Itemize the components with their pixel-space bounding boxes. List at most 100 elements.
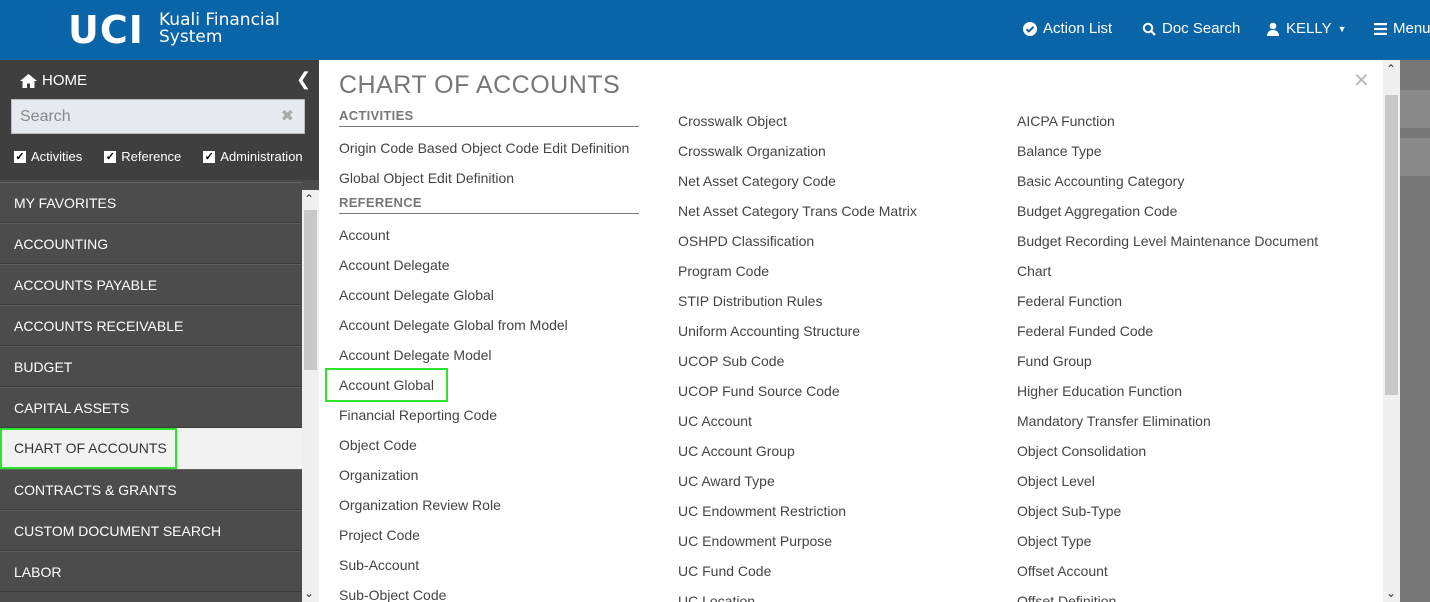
coa-link-global-object-edit-definition[interactable]: Global Object Edit Definition xyxy=(339,163,639,193)
coa-link-uc-account[interactable]: UC Account xyxy=(678,406,978,436)
search-placeholder: Search xyxy=(20,108,71,125)
coa-link-offset-account[interactable]: Offset Account xyxy=(1017,556,1357,586)
sidebar-item-my-favorites[interactable]: MY FAVORITES xyxy=(0,182,302,223)
coa-link-uc-account-group[interactable]: UC Account Group xyxy=(678,436,978,466)
coa-link-federal-function[interactable]: Federal Function xyxy=(1017,286,1357,316)
column-3: AICPA Function Balance Type Basic Accounti… xyxy=(1017,106,1357,602)
coa-link-project-code[interactable]: Project Code xyxy=(339,520,639,550)
filter-reference[interactable]: ✓ Reference xyxy=(104,149,181,164)
coa-link-chart[interactable]: Chart xyxy=(1017,256,1357,286)
hamburger-icon xyxy=(1374,22,1387,35)
coa-link-origin-code-based-object-code-edit-definition[interactable]: Origin Code Based Object Code Edit Defin… xyxy=(339,133,639,163)
sidebar-item-labor[interactable]: LABOR xyxy=(0,551,302,592)
coa-link-uc-endowment-purpose[interactable]: UC Endowment Purpose xyxy=(678,526,978,556)
coa-link-stip-distribution-rules[interactable]: STIP Distribution Rules xyxy=(678,286,978,316)
coa-link-object-consolidation[interactable]: Object Consolidation xyxy=(1017,436,1357,466)
sidebar-item-accounts-receivable[interactable]: ACCOUNTS RECEIVABLE xyxy=(0,305,302,346)
check-circle-icon xyxy=(1023,21,1037,36)
coa-link-basic-accounting-category[interactable]: Basic Accounting Category xyxy=(1017,166,1357,196)
sidebar-item-chart-of-accounts[interactable]: CHART OF ACCOUNTS xyxy=(0,428,177,469)
coa-link-uc-award-type[interactable]: UC Award Type xyxy=(678,466,978,496)
coa-link-uniform-accounting-structure[interactable]: Uniform Accounting Structure xyxy=(678,316,978,346)
filter-label: Activities xyxy=(31,149,83,164)
sidebar-item-contracts-grants[interactable]: CONTRACTS & GRANTS xyxy=(0,469,302,510)
coa-link-account-delegate-global[interactable]: Account Delegate Global xyxy=(339,280,639,310)
activities-list: Origin Code Based Object Code Edit Defin… xyxy=(339,133,639,193)
action-list-link[interactable]: Action List xyxy=(1023,20,1112,37)
coa-link-uc-fund-code[interactable]: UC Fund Code xyxy=(678,556,978,586)
sidebar-item-accounts-payable[interactable]: ACCOUNTS PAYABLE xyxy=(0,264,302,305)
filter-checkboxes: ✓ Activities ✓ Reference ✓ Administration xyxy=(14,149,325,164)
coa-link-uc-location[interactable]: UC Location xyxy=(678,586,978,602)
coa-link-object-type[interactable]: Object Type xyxy=(1017,526,1357,556)
coa-link-net-asset-category-code[interactable]: Net Asset Category Code xyxy=(678,166,978,196)
sidebar-item-budget[interactable]: BUDGET xyxy=(0,346,302,387)
sidebar-scrollbar[interactable]: ⌃ ⌄ xyxy=(302,190,319,602)
checkbox-checked-icon[interactable]: ✓ xyxy=(14,150,26,163)
sidebar-active-row: CHART OF ACCOUNTS xyxy=(0,428,302,469)
chart-of-accounts-panel: CHART OF ACCOUNTS ✕ ACTIVITIES Origin Co… xyxy=(319,60,1400,602)
home-link[interactable]: HOME xyxy=(20,72,87,89)
coa-link-account-delegate[interactable]: Account Delegate xyxy=(339,250,639,280)
coa-link-program-code[interactable]: Program Code xyxy=(678,256,978,286)
doc-search-link[interactable]: Doc Search xyxy=(1142,20,1240,37)
filter-administration[interactable]: ✓ Administration xyxy=(203,149,303,164)
checkbox-checked-icon[interactable]: ✓ xyxy=(104,150,117,163)
coa-link-federal-funded-code[interactable]: Federal Funded Code xyxy=(1017,316,1357,346)
sidebar-item-accounting[interactable]: ACCOUNTING xyxy=(0,223,302,264)
coa-link-ucop-sub-code[interactable]: UCOP Sub Code xyxy=(678,346,978,376)
scrollbar-thumb[interactable] xyxy=(1385,95,1398,395)
coa-link-account-global[interactable]: Account Global xyxy=(325,368,448,402)
coa-link-oshpd-classification[interactable]: OSHPD Classification xyxy=(678,226,978,256)
coa-link-budget-recording-level-maintenance-document[interactable]: Budget Recording Level Maintenance Docum… xyxy=(1017,226,1357,256)
coa-link-offset-definition[interactable]: Offset Definition xyxy=(1017,586,1357,602)
sidebar: HOME ❮ Search ✖ ✓ Activities ✓ Reference ✓… xyxy=(0,60,319,602)
coa-link-crosswalk-object[interactable]: Crosswalk Object xyxy=(678,106,978,136)
main-menu-button[interactable]: Menu xyxy=(1374,20,1430,37)
filter-activities[interactable]: ✓ Activities xyxy=(14,149,82,164)
coa-link-budget-aggregation-code[interactable]: Budget Aggregation Code xyxy=(1017,196,1357,226)
coa-link-higher-education-function[interactable]: Higher Education Function xyxy=(1017,376,1357,406)
uci-logo[interactable]: UCI xyxy=(68,10,144,50)
checkbox-checked-icon[interactable]: ✓ xyxy=(203,150,216,163)
coa-link-net-asset-category-trans-code-matrix[interactable]: Net Asset Category Trans Code Matrix xyxy=(678,196,978,226)
coa-link-object-level[interactable]: Object Level xyxy=(1017,466,1357,496)
close-icon[interactable]: ✕ xyxy=(1353,68,1370,93)
coa-link-organization-review-role[interactable]: Organization Review Role xyxy=(339,490,639,520)
sidebar-item-custom-document-search[interactable]: CUSTOM DOCUMENT SEARCH xyxy=(0,510,302,551)
scroll-up-icon[interactable]: ⌃ xyxy=(304,192,314,206)
action-list-label: Action List xyxy=(1043,20,1113,37)
collapse-sidebar-icon[interactable]: ❮ xyxy=(296,69,311,90)
coa-link-account-delegate-global-from-model[interactable]: Account Delegate Global from Model xyxy=(339,310,639,340)
sidebar-search-input[interactable]: Search ✖ xyxy=(11,99,305,134)
home-icon xyxy=(20,73,37,88)
scrollbar-thumb[interactable] xyxy=(304,210,317,370)
coa-link-mandatory-transfer-elimination[interactable]: Mandatory Transfer Elimination xyxy=(1017,406,1357,436)
sidebar-header: HOME ❮ Search ✖ ✓ Activities ✓ Reference ✓… xyxy=(0,60,319,180)
coa-link-sub-object-code[interactable]: Sub-Object Code xyxy=(339,580,639,602)
coa-link-account[interactable]: Account xyxy=(339,220,639,250)
sidebar-item-capital-assets[interactable]: CAPITAL ASSETS xyxy=(0,387,302,428)
coa-link-organization[interactable]: Organization xyxy=(339,460,639,490)
scroll-down-icon[interactable]: ⌄ xyxy=(304,586,314,600)
coa-link-object-sub-type[interactable]: Object Sub-Type xyxy=(1017,496,1357,526)
coa-link-object-code[interactable]: Object Code xyxy=(339,430,639,460)
scroll-up-icon[interactable]: ⌃ xyxy=(1386,62,1396,76)
coa-link-crosswalk-organization[interactable]: Crosswalk Organization xyxy=(678,136,978,166)
coa-link-ucop-fund-source-code[interactable]: UCOP Fund Source Code xyxy=(678,376,978,406)
coa-link-financial-reporting-code[interactable]: Financial Reporting Code xyxy=(339,400,639,430)
coa-link-aicpa-function[interactable]: AICPA Function xyxy=(1017,106,1357,136)
clear-search-icon[interactable]: ✖ xyxy=(281,100,294,133)
panel-scrollbar[interactable]: ⌃ ⌄ xyxy=(1383,60,1400,602)
reference-heading: REFERENCE xyxy=(339,195,639,214)
scroll-down-icon[interactable]: ⌄ xyxy=(1386,586,1396,600)
coa-link-balance-type[interactable]: Balance Type xyxy=(1017,136,1357,166)
background-band xyxy=(1400,90,1430,128)
coa-link-fund-group[interactable]: Fund Group xyxy=(1017,346,1357,376)
coa-link-uc-endowment-restriction[interactable]: UC Endowment Restriction xyxy=(678,496,978,526)
coa-link-sub-account[interactable]: Sub-Account xyxy=(339,550,639,580)
user-menu[interactable]: KELLY ▼ xyxy=(1266,20,1347,37)
coa-link-account-delegate-model[interactable]: Account Delegate Model xyxy=(339,340,639,370)
filter-label: Administration xyxy=(220,149,303,164)
sidebar-menu-list: MY FAVORITES ACCOUNTING ACCOUNTS PAYABLE… xyxy=(0,182,302,592)
